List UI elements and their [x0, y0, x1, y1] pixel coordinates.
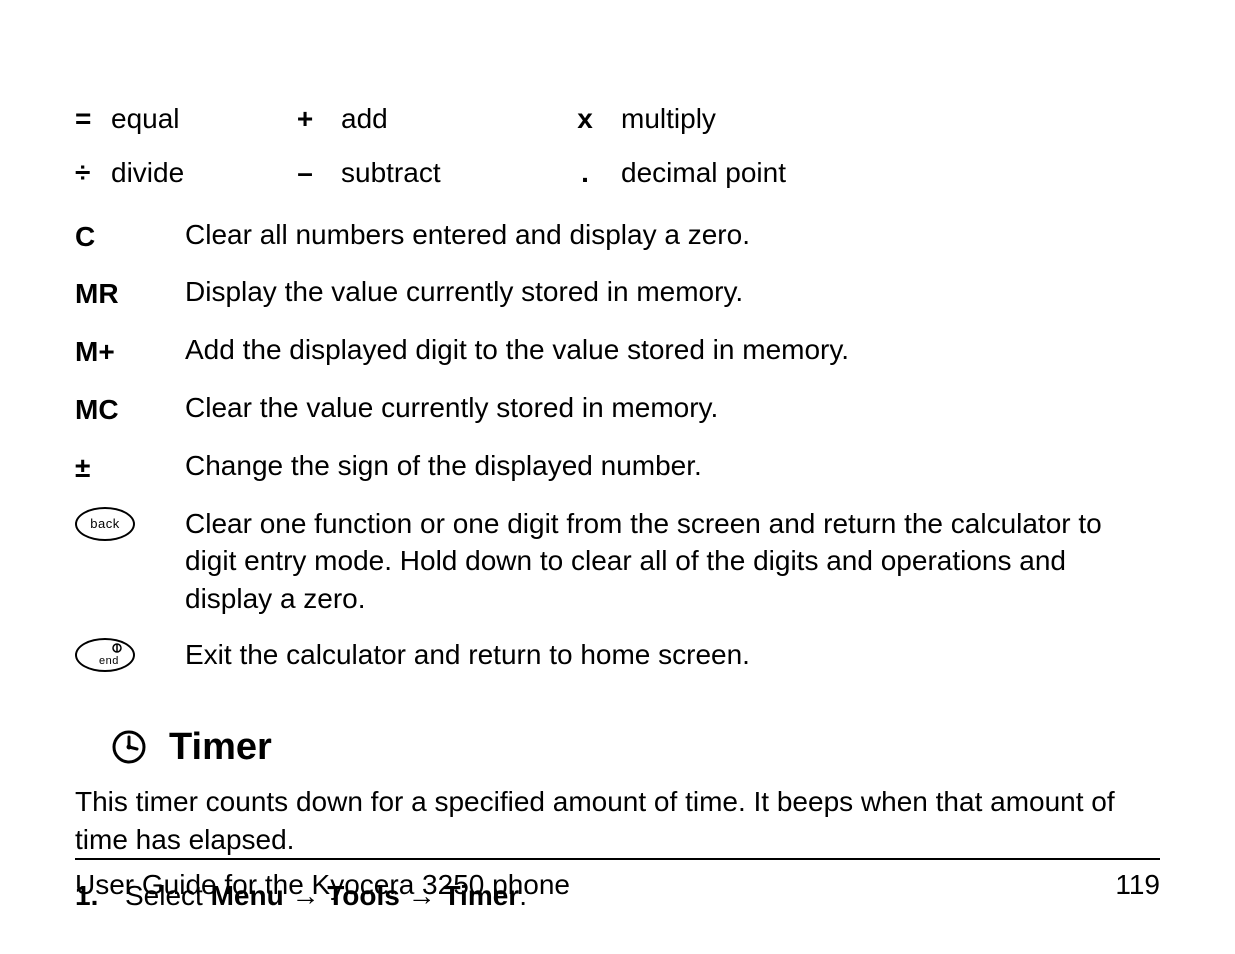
end-icon-svg: end [77, 640, 133, 670]
operator-label: divide [111, 154, 184, 192]
timer-heading: Timer [75, 722, 1160, 773]
key-description: Change the sign of the displayed number. [185, 447, 1160, 485]
operator-subtract: – subtract [275, 154, 555, 192]
end-key-icon: end [75, 636, 185, 672]
operator-label: equal [111, 100, 180, 138]
operator-label: subtract [341, 154, 441, 192]
key-description-list: C Clear all numbers entered and display … [75, 216, 1160, 674]
page-footer: User Guide for the Kyocera 3250 phone 11… [75, 858, 1160, 904]
operator-equal: = equal [75, 100, 275, 138]
key-description: Clear all numbers entered and display a … [185, 216, 1160, 254]
operator-symbol: . [555, 154, 615, 192]
timer-description: This timer counts down for a specified a… [75, 783, 1160, 859]
oval-button-label: back [90, 515, 119, 533]
operator-label: multiply [621, 100, 716, 138]
footer-rule [75, 858, 1160, 860]
key-row-mplus: M+ Add the displayed digit to the value … [75, 331, 1160, 371]
svg-text:end: end [99, 655, 119, 667]
operator-grid: = equal + add x multiply ÷ divide – subt… [75, 100, 1160, 192]
oval-button-back: back [75, 507, 135, 541]
timer-title: Timer [169, 722, 272, 773]
key-row-c: C Clear all numbers entered and display … [75, 216, 1160, 256]
operator-symbol: + [275, 100, 335, 138]
key-row-plusminus: ± Change the sign of the displayed numbe… [75, 447, 1160, 487]
operator-decimal: . decimal point [555, 154, 1160, 192]
key-description: Clear one function or one digit from the… [185, 505, 1160, 618]
operator-add: + add [275, 100, 555, 138]
operator-label: add [341, 100, 388, 138]
key-row-back: back Clear one function or one digit fro… [75, 505, 1160, 618]
operator-label: decimal point [621, 154, 786, 192]
operator-row-2: ÷ divide – subtract . decimal point [75, 154, 1160, 192]
key-row-mc: MC Clear the value currently stored in m… [75, 389, 1160, 429]
oval-button-end: end [75, 638, 135, 672]
key-description: Display the value currently stored in me… [185, 273, 1160, 311]
key-symbol: M+ [75, 331, 185, 371]
key-symbol: ± [75, 447, 185, 487]
operator-symbol: = [75, 100, 105, 138]
back-key-icon: back [75, 505, 185, 541]
key-description: Add the displayed digit to the value sto… [185, 331, 1160, 369]
operator-symbol: ÷ [75, 154, 105, 192]
footer-title: User Guide for the Kyocera 3250 phone [75, 866, 570, 904]
page-number: 119 [1115, 866, 1160, 904]
operator-symbol: x [555, 100, 615, 138]
key-symbol: MC [75, 389, 185, 429]
key-description: Exit the calculator and return to home s… [185, 636, 1160, 674]
key-row-end: end Exit the calculator and return to ho… [75, 636, 1160, 674]
key-symbol: MR [75, 273, 185, 313]
footer-line: User Guide for the Kyocera 3250 phone 11… [75, 866, 1160, 904]
key-row-mr: MR Display the value currently stored in… [75, 273, 1160, 313]
clock-icon [111, 729, 147, 765]
operator-symbol: – [275, 154, 335, 192]
operator-multiply: x multiply [555, 100, 1160, 138]
key-description: Clear the value currently stored in memo… [185, 389, 1160, 427]
operator-row-1: = equal + add x multiply [75, 100, 1160, 138]
operator-divide: ÷ divide [75, 154, 275, 192]
key-symbol: C [75, 216, 185, 256]
